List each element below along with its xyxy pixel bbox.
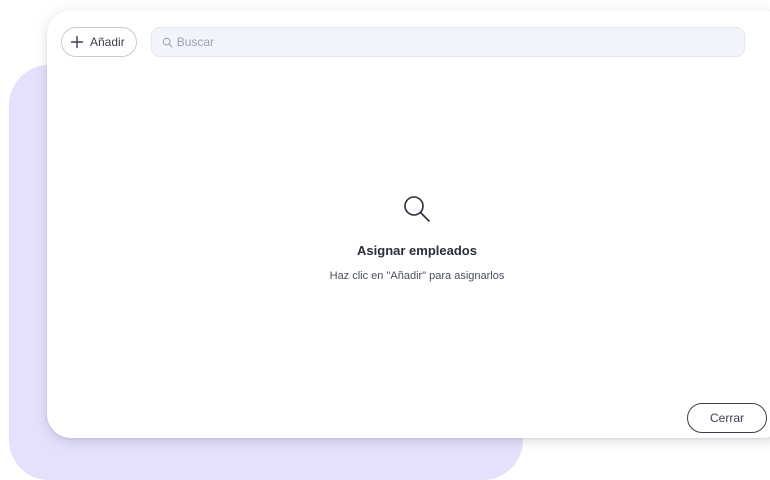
search-icon [162,37,173,48]
close-button[interactable]: Cerrar [687,403,767,433]
add-button[interactable]: Añadir [61,27,137,57]
add-button-label: Añadir [90,35,125,49]
close-button-label: Cerrar [709,411,744,425]
plus-icon [70,35,84,49]
stage: Añadir Asignar empleados H [0,0,770,480]
empty-state-search-icon [402,194,432,224]
toolbar: Añadir [61,26,745,58]
assign-employees-dialog: Añadir Asignar empleados H [47,10,770,438]
search-input[interactable] [176,35,734,49]
empty-state-title: Asignar empleados [357,243,477,258]
empty-state: Asignar empleados Haz clic en "Añadir" p… [47,194,770,282]
search-box[interactable] [150,27,745,57]
empty-state-text: Haz clic en "Añadir" para asignarlos [329,270,505,282]
